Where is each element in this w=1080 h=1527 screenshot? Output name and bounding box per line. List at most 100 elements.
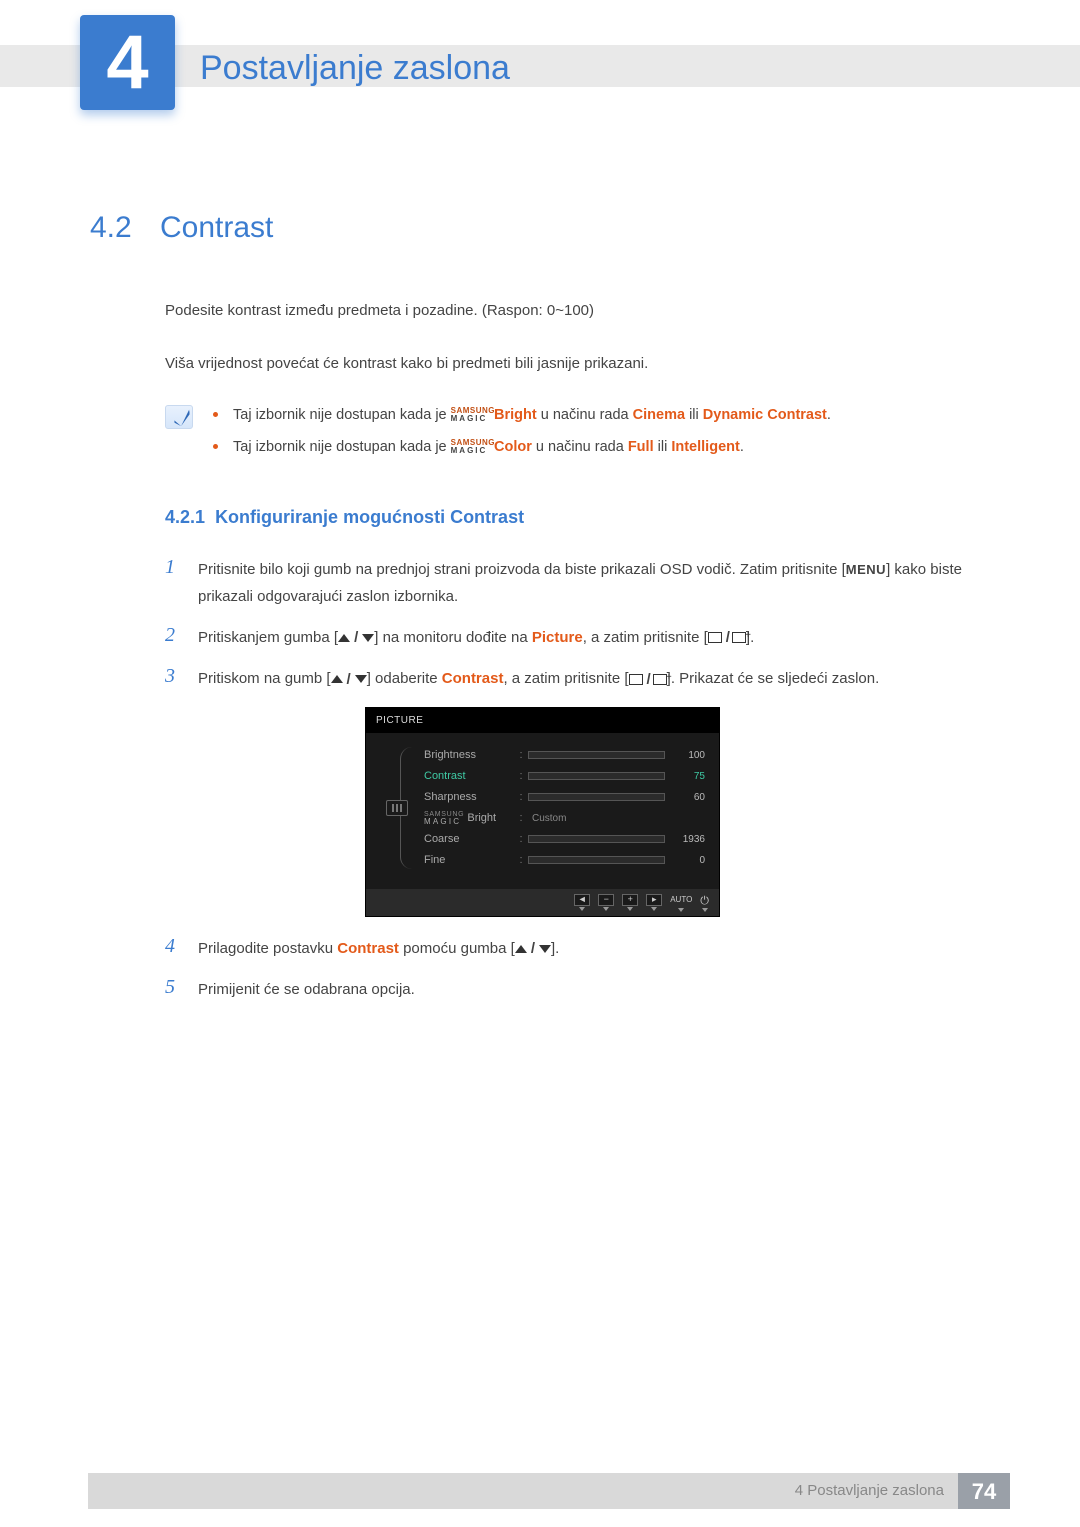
text: Taj izbornik nije dostupan kada je (233, 439, 451, 455)
osd-label: Fine (424, 852, 514, 869)
menu-label: MENU (846, 562, 886, 577)
box-icon (708, 632, 722, 643)
step-number: 3 (165, 665, 180, 693)
box-icon (629, 674, 643, 685)
chapter-header: 4 Postavljanje zaslona (0, 15, 1080, 125)
osd-label: Brightness (424, 747, 514, 764)
note-item-2: Taj izbornik nije dostupan kada je SAMSU… (208, 437, 995, 459)
osd-rows: Brightness : 100 Contrast : 75 Sharpness… (414, 745, 705, 871)
chapter-title: Postavljanje zaslona (200, 43, 510, 94)
note-item-1: Taj izbornik nije dostupan kada je SAMSU… (208, 405, 995, 427)
step-number: 1 (165, 556, 180, 610)
step-5: 5 Primijenit će se odabrana opcija. (165, 976, 995, 1003)
up-down-icons: / (338, 624, 374, 651)
osd-slider (528, 835, 665, 843)
text: , a zatim pritisnite [ (503, 670, 628, 687)
up-down-icons: / (331, 666, 367, 693)
osd-nav-power-icon: ⏻ (700, 893, 709, 912)
note-list: Taj izbornik nije dostupan kada je SAMSU… (208, 405, 995, 469)
osd-row-magic-bright: SAMSUNGMAGIC Bright : Custom (424, 808, 705, 829)
text: pomoću gumba [ (399, 940, 515, 957)
text-color: Color (494, 439, 532, 455)
step-number: 5 (165, 976, 180, 1003)
triangle-down-icon (539, 945, 551, 953)
text-contrast: Contrast (442, 670, 504, 687)
triangle-down-icon (355, 675, 367, 683)
section-title-text: Contrast (160, 211, 273, 244)
step-4: 4 Prilagodite postavku Contrast pomoću g… (165, 935, 995, 963)
text: Taj izbornik nije dostupan kada je (233, 407, 451, 423)
osd-label: Coarse (424, 831, 514, 848)
text: u načinu rada (532, 439, 628, 455)
osd-nav-minus-icon: − (598, 894, 614, 911)
box-plus-icon (732, 632, 746, 643)
text: Pritiskanjem gumba [ (198, 629, 338, 646)
text: ] odaberite (367, 670, 442, 687)
text-cinema: Cinema (633, 407, 685, 423)
text-contrast: Contrast (337, 940, 399, 957)
steps-list-continued: 4 Prilagodite postavku Contrast pomoću g… (165, 935, 995, 1004)
text: ili (685, 407, 703, 423)
osd-nav-enter-icon: ▸ (646, 894, 662, 911)
osd-value: 100 (669, 748, 705, 763)
steps-list: 1 Pritisnite bilo koji gumb na prednjoj … (165, 556, 995, 693)
osd-side-indicator (380, 745, 414, 871)
osd-slider (528, 856, 665, 864)
text-picture: Picture (532, 629, 583, 646)
osd-row-sharpness: Sharpness : 60 (424, 787, 705, 808)
subsection-number: 4.2.1 (165, 507, 205, 527)
osd-nav-left-icon: ◄ (574, 894, 590, 911)
text: ]. (551, 940, 559, 957)
note-icon (165, 405, 193, 429)
enter-icons: / (629, 666, 667, 693)
step-3: 3 Pritiskom na gumb [/] odaberite Contra… (165, 665, 995, 693)
subsection-heading: 4.2.1 Konfiguriranje mogućnosti Contrast (165, 504, 995, 531)
osd-value-active: 75 (669, 769, 705, 784)
step-body: Primijenit će se odabrana opcija. (198, 976, 995, 1003)
osd-footer: ◄ − + ▸ AUTO ⏻ (366, 889, 719, 916)
osd-label: SAMSUNGMAGIC Bright (424, 810, 514, 827)
osd-label-active: Contrast (424, 768, 514, 785)
text-bright: Bright (494, 407, 537, 423)
step-1: 1 Pritisnite bilo koji gumb na prednjoj … (165, 556, 995, 610)
intro-paragraph-1: Podesite kontrast između predmeta i poza… (165, 300, 995, 323)
text-intelligent: Intelligent (671, 439, 739, 455)
osd-panel: PICTURE Brightness : 100 Contrast : 75 (365, 707, 720, 917)
osd-value-text: Custom (528, 811, 665, 826)
text: Pritiskom na gumb [ (198, 670, 331, 687)
text: ] na monitoru dođite na (374, 629, 532, 646)
step-body: Pritiskom na gumb [/] odaberite Contrast… (198, 665, 995, 693)
section-heading: 4.2Contrast (90, 205, 995, 250)
osd-value: 0 (669, 853, 705, 868)
samsung-magic-label: SAMSUNGMAGIC (451, 439, 495, 455)
step-body: Prilagodite postavku Contrast pomoću gum… (198, 935, 995, 963)
text: Pritisnite bilo koji gumb na prednjoj st… (198, 561, 846, 578)
osd-row-fine: Fine : 0 (424, 850, 705, 871)
triangle-up-icon (331, 675, 343, 683)
text-full: Full (628, 439, 654, 455)
osd-slider (528, 793, 665, 801)
text: u načinu rada (537, 407, 633, 423)
osd-slider (528, 751, 665, 759)
page-footer: 4 Postavljanje zaslona 74 (0, 1473, 1080, 1509)
osd-row-coarse: Coarse : 1936 (424, 829, 705, 850)
footer-page-number: 74 (958, 1473, 1010, 1509)
text: ]. Prikazat će se sljedeći zaslon. (667, 670, 880, 687)
osd-title: PICTURE (366, 708, 719, 733)
text: . (827, 407, 831, 423)
step-2: 2 Pritiskanjem gumba [/] na monitoru dođ… (165, 624, 995, 652)
step-number: 4 (165, 935, 180, 963)
step-body: Pritiskanjem gumba [/] na monitoru dođit… (198, 624, 995, 652)
osd-slider-active (528, 772, 665, 780)
up-down-icons: / (515, 935, 551, 962)
text: Prilagodite postavku (198, 940, 337, 957)
step-number: 2 (165, 624, 180, 652)
page-content: 4.2Contrast Podesite kontrast između pre… (0, 125, 1080, 1003)
osd-body: Brightness : 100 Contrast : 75 Sharpness… (366, 733, 719, 889)
chapter-number-box: 4 (80, 15, 175, 110)
triangle-up-icon (338, 634, 350, 642)
box-plus-icon (653, 674, 667, 685)
text-dynamic-contrast: Dynamic Contrast (703, 407, 827, 423)
osd-row-contrast: Contrast : 75 (424, 766, 705, 787)
osd-value: 60 (669, 790, 705, 805)
